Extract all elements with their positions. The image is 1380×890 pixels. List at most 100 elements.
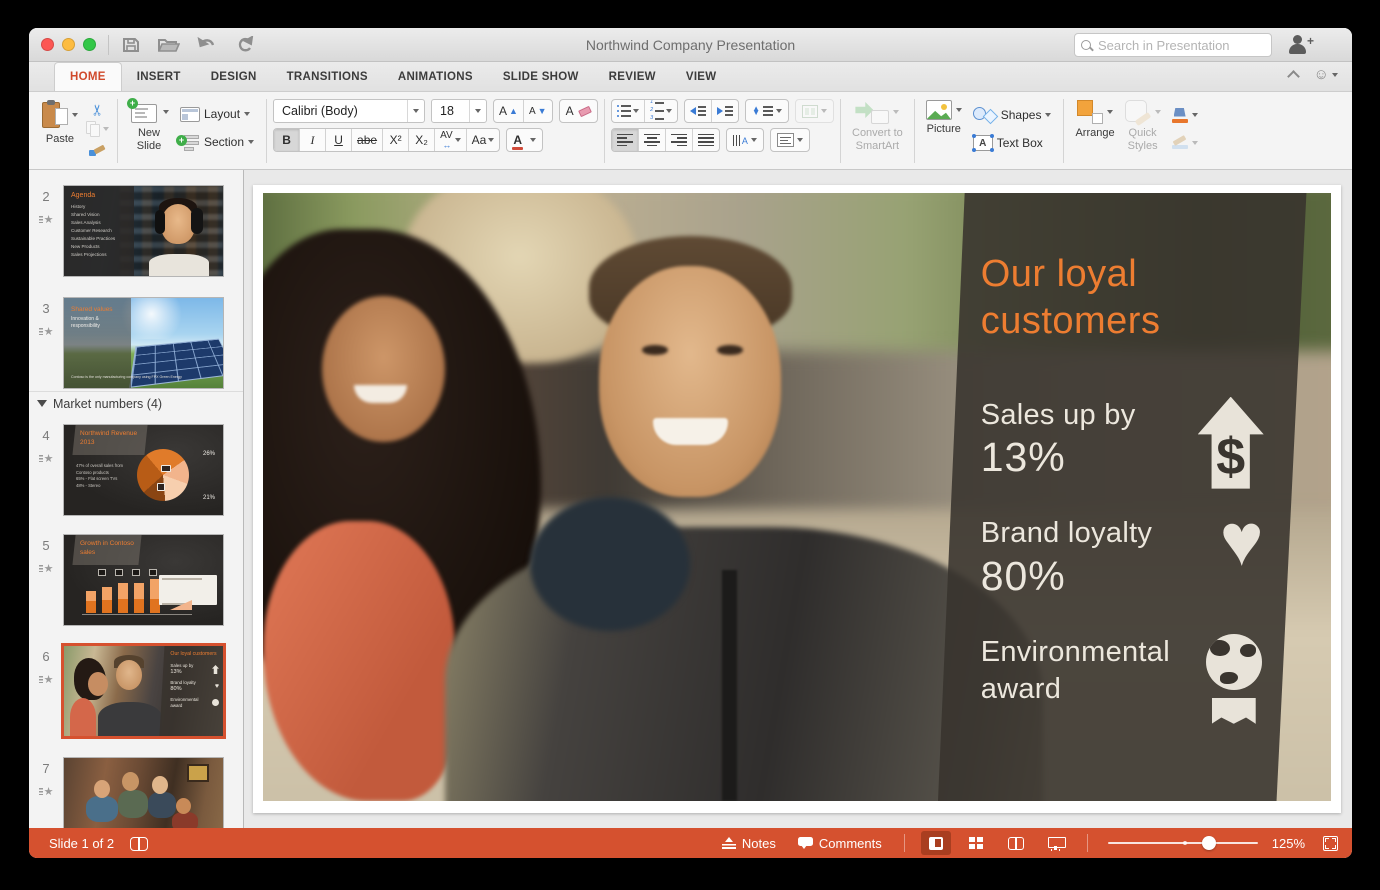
convert-to-smartart-button[interactable]: Convert to SmartArt [847, 98, 908, 154]
font-color-button[interactable]: A [506, 128, 544, 152]
tab-view[interactable]: VIEW [671, 62, 732, 91]
section-header-market-numbers[interactable]: Market numbers (4) [29, 391, 243, 415]
clear-formatting-button[interactable]: A [558, 99, 598, 123]
tab-transitions[interactable]: TRANSITIONS [272, 62, 383, 91]
increase-indent-button[interactable] [712, 100, 738, 122]
slide-number: 7 [42, 761, 50, 776]
strikethrough-button[interactable]: abe [352, 129, 384, 151]
slide-editing-surface[interactable]: Our loyal customers Sales up by 13% $ Br… [253, 185, 1341, 813]
bold-button[interactable]: B [274, 129, 301, 151]
tab-review[interactable]: REVIEW [594, 62, 671, 91]
section-button[interactable]: + Section [176, 133, 258, 152]
undo-button[interactable] [195, 35, 219, 55]
slide-sorter-view-button[interactable] [961, 831, 991, 855]
picture-button[interactable]: Picture [921, 98, 967, 138]
arrange-icon [1077, 100, 1104, 124]
normal-view-button[interactable] [920, 831, 951, 855]
heart-icon: ♥ [1219, 498, 1264, 582]
numbering-button[interactable]: 123 [645, 100, 677, 122]
layout-button[interactable]: Layout [176, 105, 258, 124]
new-slide-button[interactable]: + New Slide [124, 98, 174, 154]
zoom-slider-knob[interactable] [1202, 836, 1217, 850]
slide-title[interactable]: Our loyal customers [981, 251, 1241, 345]
share-add-people-button[interactable]: + [1288, 34, 1314, 56]
font-size-combo[interactable]: 18 [431, 99, 488, 123]
superscript-button[interactable]: X² [383, 129, 410, 151]
slide-thumbnail-3[interactable]: Shared values Innovation & responsibilit… [63, 297, 224, 389]
text-direction-button[interactable]: A [725, 128, 764, 152]
subscript-button[interactable]: X₂ [409, 129, 436, 151]
justify-button[interactable] [693, 129, 719, 151]
change-case-button[interactable]: Aa [467, 129, 500, 151]
dropdown-caret-icon [1154, 110, 1161, 114]
comments-toggle[interactable]: Comments [792, 836, 888, 851]
bullet-list-icon [616, 104, 632, 118]
slide-thumbnail-5[interactable]: Growth in Contoso sales [63, 534, 224, 626]
person-icon [1293, 35, 1302, 44]
line-spacing-button[interactable]: ▲ ▼ [745, 99, 789, 123]
stat-loyalty[interactable]: Brand loyalty 80% ♥ [981, 503, 1264, 600]
tab-home[interactable]: HOME [54, 62, 122, 91]
slide-number: 6 [42, 649, 50, 664]
reading-view-button[interactable] [1001, 831, 1031, 855]
fit-slide-to-window-button[interactable] [1323, 835, 1338, 851]
section-collapse-triangle-icon[interactable] [37, 400, 47, 407]
shape-outline-button[interactable] [1168, 134, 1202, 151]
ribbon-tab-bar: HOME INSERT DESIGN TRANSITIONS ANIMATION… [29, 62, 1352, 92]
align-right-button[interactable] [666, 129, 693, 151]
columns-button[interactable] [795, 99, 834, 123]
smartart-icon [855, 100, 890, 124]
arrange-button[interactable]: Arrange [1070, 98, 1119, 142]
shapes-button[interactable]: Shapes [969, 103, 1056, 127]
slide-thumbnail-6-selected[interactable]: Our loyal customers Sales up by 13% Brand… [61, 643, 226, 739]
collapse-ribbon-icon[interactable] [1286, 70, 1300, 83]
slide-canvas[interactable]: Our loyal customers Sales up by 13% $ Br… [244, 170, 1352, 828]
zoom-slider[interactable] [1107, 833, 1258, 853]
qr-icon [157, 483, 165, 491]
tab-design[interactable]: DESIGN [196, 62, 272, 91]
stat-environment[interactable]: Environmental award [981, 633, 1264, 724]
italic-button[interactable]: I [300, 129, 327, 151]
text-box-button[interactable]: A Text Box [969, 133, 1056, 153]
tab-animations[interactable]: ANIMATIONS [383, 62, 488, 91]
format-painter-button[interactable] [85, 139, 109, 158]
slide-thumbnail-2[interactable]: Agenda History Shared Vision Sales Analy… [63, 185, 224, 277]
paste-button[interactable]: Paste [37, 98, 83, 148]
stat-sales[interactable]: Sales up by 13% $ [981, 396, 1264, 489]
align-text-button[interactable] [769, 128, 810, 152]
copy-button[interactable] [85, 120, 109, 139]
slide-thumbnail-4[interactable]: Northwind Revenue 2013 47% of overall sa… [63, 424, 224, 516]
font-name-combo[interactable]: Calibri (Body) [273, 99, 426, 123]
quick-styles-button[interactable]: Quick Styles [1120, 98, 1166, 154]
decrease-indent-button[interactable] [685, 100, 713, 122]
grow-font-button[interactable]: A ▲ [494, 100, 524, 122]
shape-fill-button[interactable] [1168, 106, 1202, 125]
transition-star-icon: ★ [29, 562, 63, 575]
tab-insert[interactable]: INSERT [122, 62, 196, 91]
close-window-button[interactable] [41, 38, 54, 51]
shrink-font-button[interactable]: A ▼ [524, 100, 552, 122]
open-file-button[interactable] [157, 35, 181, 55]
search-box[interactable] [1074, 33, 1272, 57]
character-spacing-button[interactable]: AV ↔ [435, 129, 467, 151]
search-input[interactable] [1096, 36, 1265, 54]
tab-slide-show[interactable]: SLIDE SHOW [488, 62, 594, 91]
save-button[interactable] [119, 35, 143, 55]
dropdown-caret-icon [776, 109, 782, 113]
book-icon[interactable] [130, 836, 149, 851]
align-right-icon [670, 133, 687, 147]
redo-button[interactable] [233, 35, 257, 55]
zoom-window-button[interactable] [83, 38, 96, 51]
dropdown-caret-icon [475, 109, 482, 113]
slide-show-button[interactable] [1041, 831, 1071, 855]
feedback-smiley-icon[interactable]: ☺ [1314, 66, 1338, 83]
minimize-window-button[interactable] [62, 38, 75, 51]
align-left-button[interactable] [611, 129, 639, 151]
align-center-button[interactable] [639, 129, 666, 151]
bullets-button[interactable] [612, 100, 646, 122]
underline-button[interactable]: U [326, 129, 353, 151]
cut-button[interactable]: ✂ [85, 100, 109, 119]
notes-toggle[interactable]: Notes [716, 836, 782, 851]
slide-thumbnail-7[interactable]: Northwind & Contoso [63, 757, 224, 828]
up-arrow-icon: ▲ [509, 105, 518, 116]
